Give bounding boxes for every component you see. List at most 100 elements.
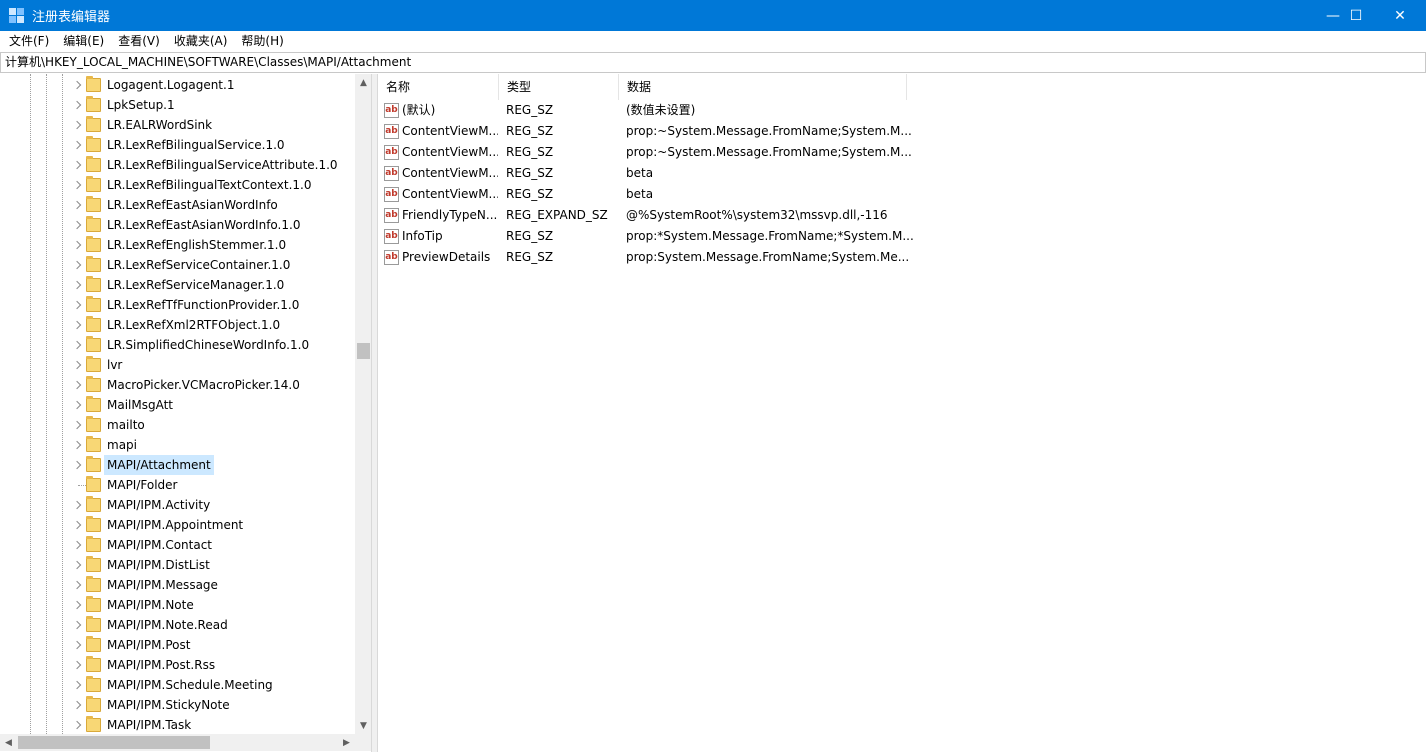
- tree-item[interactable]: MAPI/IPM.StickyNote: [0, 695, 355, 715]
- chevron-right-icon[interactable]: [72, 439, 84, 451]
- tree-item[interactable]: mailto: [0, 415, 355, 435]
- tree-item[interactable]: MAPI/IPM.Message: [0, 575, 355, 595]
- chevron-right-icon[interactable]: [72, 719, 84, 731]
- value-row[interactable]: ab InfoTip REG_SZ prop:*System.Message.From…: [378, 226, 918, 247]
- chevron-right-icon[interactable]: [72, 159, 84, 171]
- chevron-right-icon[interactable]: [72, 599, 84, 611]
- value-row[interactable]: ab PreviewDetails REG_SZ prop:System.Messag…: [378, 247, 918, 268]
- folder-icon: [86, 396, 101, 412]
- scroll-right-icon[interactable]: ▶: [338, 734, 355, 751]
- tree-vertical-scrollbar[interactable]: ▲ ▼: [355, 74, 371, 734]
- chevron-right-icon[interactable]: [72, 279, 84, 291]
- chevron-right-icon[interactable]: [72, 399, 84, 411]
- tree-item[interactable]: MAPI/IPM.Activity: [0, 495, 355, 515]
- chevron-right-icon[interactable]: [72, 539, 84, 551]
- tree-item[interactable]: LR.EALRWordSink: [0, 115, 355, 135]
- maximize-button[interactable]: ☐: [1333, 0, 1379, 31]
- tree-item[interactable]: Logagent.Logagent.1: [0, 75, 355, 95]
- tree-item[interactable]: LR.LexRefBilingualTextContext.1.0: [0, 175, 355, 195]
- tree-item[interactable]: LR.LexRefEnglishStemmer.1.0: [0, 235, 355, 255]
- chevron-right-icon[interactable]: [72, 299, 84, 311]
- scroll-up-icon[interactable]: ▲: [355, 74, 371, 91]
- chevron-right-icon[interactable]: [72, 519, 84, 531]
- menu-file[interactable]: 文件(F): [2, 31, 56, 51]
- tree-item[interactable]: MAPI/IPM.Appointment: [0, 515, 355, 535]
- tree-item[interactable]: LR.LexRefTfFunctionProvider.1.0: [0, 295, 355, 315]
- tree-item[interactable]: LR.LexRefBilingualServiceAttribute.1.0: [0, 155, 355, 175]
- key-tree[interactable]: Logagent.Logagent.1 LpkSetup.1 LR.EALRWord…: [0, 74, 372, 752]
- title-bar[interactable]: 注册表编辑器 — ☐ ✕: [0, 0, 1426, 31]
- values-list[interactable]: 名称 类型 数据 ab (默认) REG_SZ (数值未设置) ab ContentVie…: [377, 74, 1426, 752]
- tree-item[interactable]: MailMsgAtt: [0, 395, 355, 415]
- tree-item[interactable]: LR.LexRefEastAsianWordInfo: [0, 195, 355, 215]
- tree-item[interactable]: MAPI/IPM.Note.Read: [0, 615, 355, 635]
- scroll-down-icon[interactable]: ▼: [355, 717, 371, 734]
- tree-item[interactable]: MAPI/Attachment: [0, 455, 355, 475]
- tree-item-label: LR.LexRefEastAsianWordInfo: [107, 198, 278, 212]
- chevron-right-icon[interactable]: [72, 259, 84, 271]
- chevron-right-icon[interactable]: [72, 639, 84, 651]
- tree-item[interactable]: LR.LexRefBilingualService.1.0: [0, 135, 355, 155]
- chevron-right-icon[interactable]: [72, 139, 84, 151]
- chevron-right-icon[interactable]: [72, 379, 84, 391]
- chevron-right-icon[interactable]: [72, 499, 84, 511]
- chevron-right-icon[interactable]: [72, 219, 84, 231]
- chevron-right-icon[interactable]: [72, 199, 84, 211]
- chevron-right-icon[interactable]: [72, 319, 84, 331]
- tree-horizontal-scrollbar[interactable]: ◀ ▶: [0, 734, 355, 751]
- chevron-right-icon[interactable]: [72, 239, 84, 251]
- scroll-left-icon[interactable]: ◀: [0, 734, 17, 751]
- chevron-right-icon[interactable]: [72, 99, 84, 111]
- folder-icon: [86, 256, 101, 272]
- chevron-right-icon[interactable]: [72, 179, 84, 191]
- tree-item[interactable]: LR.LexRefXml2RTFObject.1.0: [0, 315, 355, 335]
- close-button[interactable]: ✕: [1377, 0, 1423, 31]
- scroll-thumb[interactable]: [357, 343, 370, 359]
- value-row[interactable]: ab ContentViewM... REG_SZ beta: [378, 184, 918, 205]
- value-row[interactable]: ab ContentViewM... REG_SZ prop:~System.Mess…: [378, 121, 918, 142]
- chevron-right-icon[interactable]: [72, 679, 84, 691]
- tree-item[interactable]: MAPI/IPM.Schedule.Meeting: [0, 675, 355, 695]
- value-row[interactable]: ab (默认) REG_SZ (数值未设置): [378, 100, 918, 121]
- tree-item[interactable]: MAPI/IPM.Note: [0, 595, 355, 615]
- tree-item[interactable]: LpkSetup.1: [0, 95, 355, 115]
- value-row[interactable]: ab ContentViewM... REG_SZ prop:~System.Mess…: [378, 142, 918, 163]
- value-row[interactable]: ab ContentViewM... REG_SZ beta: [378, 163, 918, 184]
- tree-item[interactable]: MAPI/IPM.Task: [0, 715, 355, 735]
- chevron-right-icon[interactable]: [72, 339, 84, 351]
- tree-item[interactable]: MAPI/IPM.Post.Rss: [0, 655, 355, 675]
- chevron-right-icon[interactable]: [72, 119, 84, 131]
- tree-item[interactable]: MAPI/IPM.Contact: [0, 535, 355, 555]
- chevron-right-icon[interactable]: [72, 659, 84, 671]
- tree-item[interactable]: MAPI/IPM.DistList: [0, 555, 355, 575]
- menu-help[interactable]: 帮助(H): [234, 31, 290, 51]
- scroll-thumb[interactable]: [18, 736, 210, 749]
- tree-item[interactable]: MacroPicker.VCMacroPicker.14.0: [0, 375, 355, 395]
- tree-item-label: MAPI/IPM.DistList: [107, 558, 210, 572]
- column-header-data[interactable]: 数据: [619, 74, 907, 100]
- chevron-right-icon[interactable]: [72, 359, 84, 371]
- chevron-right-icon[interactable]: [72, 419, 84, 431]
- tree-item[interactable]: MAPI/Folder: [0, 475, 355, 495]
- column-header-name[interactable]: 名称: [378, 74, 499, 100]
- tree-item[interactable]: LR.SimplifiedChineseWordInfo.1.0: [0, 335, 355, 355]
- menu-favorites[interactable]: 收藏夹(A): [167, 31, 235, 51]
- tree-item[interactable]: LR.LexRefEastAsianWordInfo.1.0: [0, 215, 355, 235]
- tree-item[interactable]: lvr: [0, 355, 355, 375]
- menu-view[interactable]: 查看(V): [111, 31, 167, 51]
- tree-item[interactable]: mapi: [0, 435, 355, 455]
- chevron-right-icon[interactable]: [72, 619, 84, 631]
- menu-edit[interactable]: 编辑(E): [56, 31, 111, 51]
- value-data: @%SystemRoot%\system32\mssvp.dll,-116: [626, 208, 888, 222]
- tree-item[interactable]: MAPI/IPM.Post: [0, 635, 355, 655]
- chevron-right-icon[interactable]: [72, 699, 84, 711]
- chevron-right-icon[interactable]: [72, 79, 84, 91]
- chevron-right-icon[interactable]: [72, 559, 84, 571]
- column-header-type[interactable]: 类型: [499, 74, 619, 100]
- value-row[interactable]: ab FriendlyTypeN... REG_EXPAND_SZ @%SystemR…: [378, 205, 918, 226]
- tree-item[interactable]: LR.LexRefServiceContainer.1.0: [0, 255, 355, 275]
- address-bar[interactable]: 计算机\HKEY_LOCAL_MACHINE\SOFTWARE\Classes\…: [0, 52, 1426, 73]
- tree-item[interactable]: LR.LexRefServiceManager.1.0: [0, 275, 355, 295]
- chevron-right-icon[interactable]: [72, 459, 84, 471]
- chevron-right-icon[interactable]: [72, 579, 84, 591]
